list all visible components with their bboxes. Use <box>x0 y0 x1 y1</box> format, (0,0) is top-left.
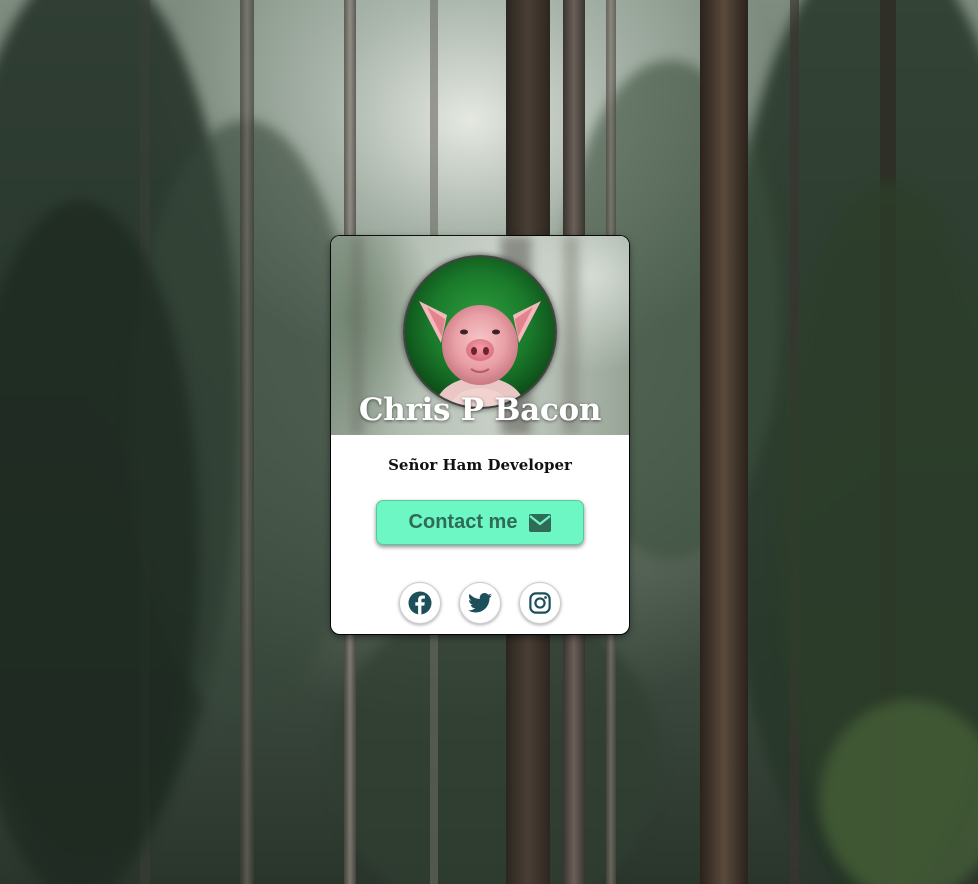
instagram-icon <box>529 592 551 614</box>
twitter-link[interactable] <box>459 582 501 624</box>
pig-icon <box>419 301 541 407</box>
profile-title: Señor Ham Developer <box>388 456 572 474</box>
twitter-icon <box>468 593 492 613</box>
profile-card: Chris P Bacon Señor Ham Developer Contac… <box>331 236 629 634</box>
facebook-icon <box>408 591 432 615</box>
contact-button-label: Contact me <box>408 511 518 533</box>
pig-avatar <box>403 255 557 409</box>
instagram-link[interactable] <box>519 582 561 624</box>
envelope-icon <box>529 513 552 532</box>
profile-name: Chris P Bacon <box>358 392 602 428</box>
social-links <box>331 582 629 624</box>
contact-me-button[interactable]: Contact me <box>376 500 584 545</box>
card-header: Chris P Bacon <box>331 236 629 435</box>
facebook-link[interactable] <box>399 582 441 624</box>
